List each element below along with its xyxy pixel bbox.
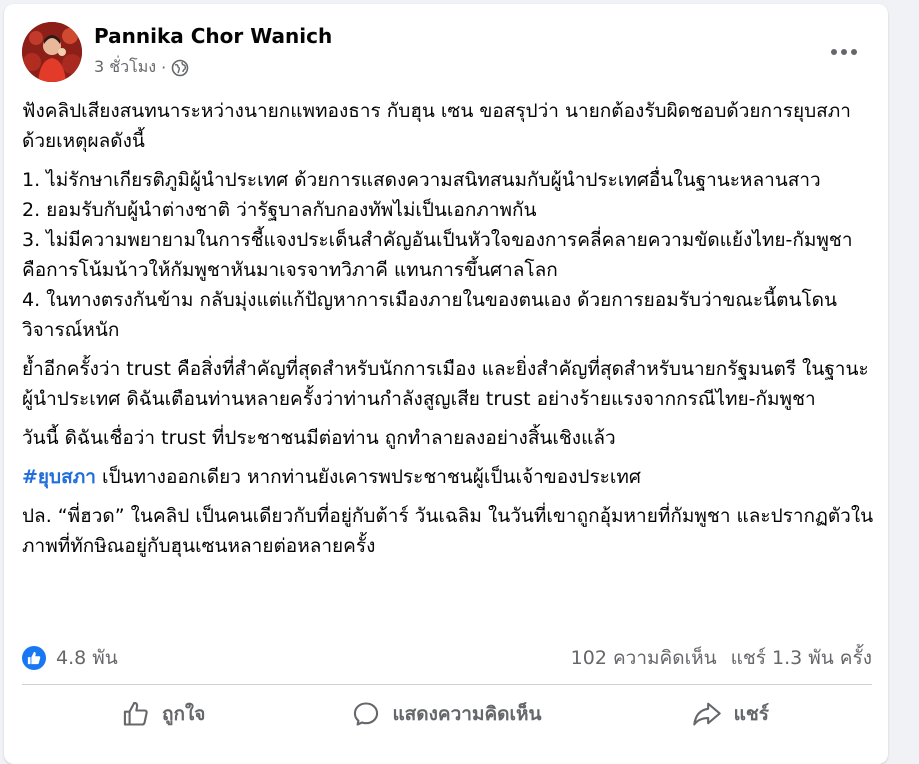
globe-icon bbox=[171, 59, 189, 77]
post-paragraph: 1. ไม่รักษาเกียรติภูมิผู้นำประเทศ ด้วยกา… bbox=[22, 169, 853, 341]
more-dot bbox=[831, 49, 837, 55]
comment-bubble-icon bbox=[354, 702, 379, 726]
hashtag-link[interactable]: #ยุบสภา bbox=[22, 466, 96, 488]
like-badge-icon bbox=[22, 646, 46, 670]
post-card: Pannika Chor Wanich 3 ชั่วโมง · ฟังคลิปเ… bbox=[4, 4, 888, 764]
like-count: 4.8 พัน bbox=[56, 647, 118, 669]
action-bar: ถูกใจ แสดงความคิดเห็น แชร์ bbox=[22, 690, 872, 738]
share-arrow-icon bbox=[692, 702, 721, 726]
share-button-label: แชร์ bbox=[733, 703, 769, 725]
meta-separator: · bbox=[161, 58, 167, 77]
post-stats: 4.8 พัน 102 ความคิดเห็น แชร์ 1.3 พัน ครั… bbox=[22, 640, 872, 676]
author-name[interactable]: Pannika Chor Wanich bbox=[94, 24, 332, 48]
post-ps: ปล. “พี่ฮวด” ในคลิป เป็นคนเดียวกับที่อยู… bbox=[22, 505, 874, 557]
more-options-button[interactable] bbox=[824, 34, 864, 70]
hashtag-paragraph: #ยุบสภา เป็นทางออกเดียว หากท่านยังเคารพป… bbox=[22, 462, 878, 492]
share-button[interactable]: แชร์ bbox=[589, 690, 872, 738]
post-paragraph: ฟังคลิปเสียงสนทนาระหว่างนายกแพทองธาร กับ… bbox=[22, 100, 857, 152]
post-header: Pannika Chor Wanich 3 ชั่วโมง · bbox=[22, 22, 870, 84]
share-count[interactable]: แชร์ 1.3 พัน ครั้ง bbox=[731, 643, 872, 673]
post-meta: 3 ชั่วโมง · bbox=[94, 55, 189, 80]
like-button[interactable]: ถูกใจ bbox=[22, 690, 305, 738]
post-time[interactable]: 3 ชั่วโมง bbox=[94, 55, 156, 80]
thumbs-up-icon bbox=[123, 701, 148, 726]
post-paragraph: วันนี้ ดิฉันเชื่อว่า trust ที่ประชาชนมีต… bbox=[22, 427, 616, 449]
hashtag-paragraph-text: เป็นทางออกเดียว หากท่านยังเคารพประชาชนผู… bbox=[95, 466, 641, 488]
comment-count[interactable]: 102 ความคิดเห็น bbox=[571, 643, 717, 673]
more-dot bbox=[841, 49, 847, 55]
divider bbox=[22, 684, 872, 685]
comment-button-label: แสดงความคิดเห็น bbox=[392, 703, 542, 725]
post-paragraph: ย้ำอีกครั้งว่า trust คือสิ่งที่สำคัญที่ส… bbox=[22, 358, 869, 410]
avatar[interactable] bbox=[22, 22, 82, 82]
more-dot bbox=[851, 49, 857, 55]
reactions-summary[interactable]: 4.8 พัน bbox=[22, 640, 118, 676]
comment-button[interactable]: แสดงความคิดเห็น bbox=[305, 690, 588, 738]
post-body: ฟังคลิปเสียงสนทนาระหว่างนายกแพทองธาร กับ… bbox=[22, 96, 878, 570]
like-button-label: ถูกใจ bbox=[161, 703, 206, 725]
engagement-counts: 102 ความคิดเห็น แชร์ 1.3 พัน ครั้ง bbox=[557, 640, 872, 676]
